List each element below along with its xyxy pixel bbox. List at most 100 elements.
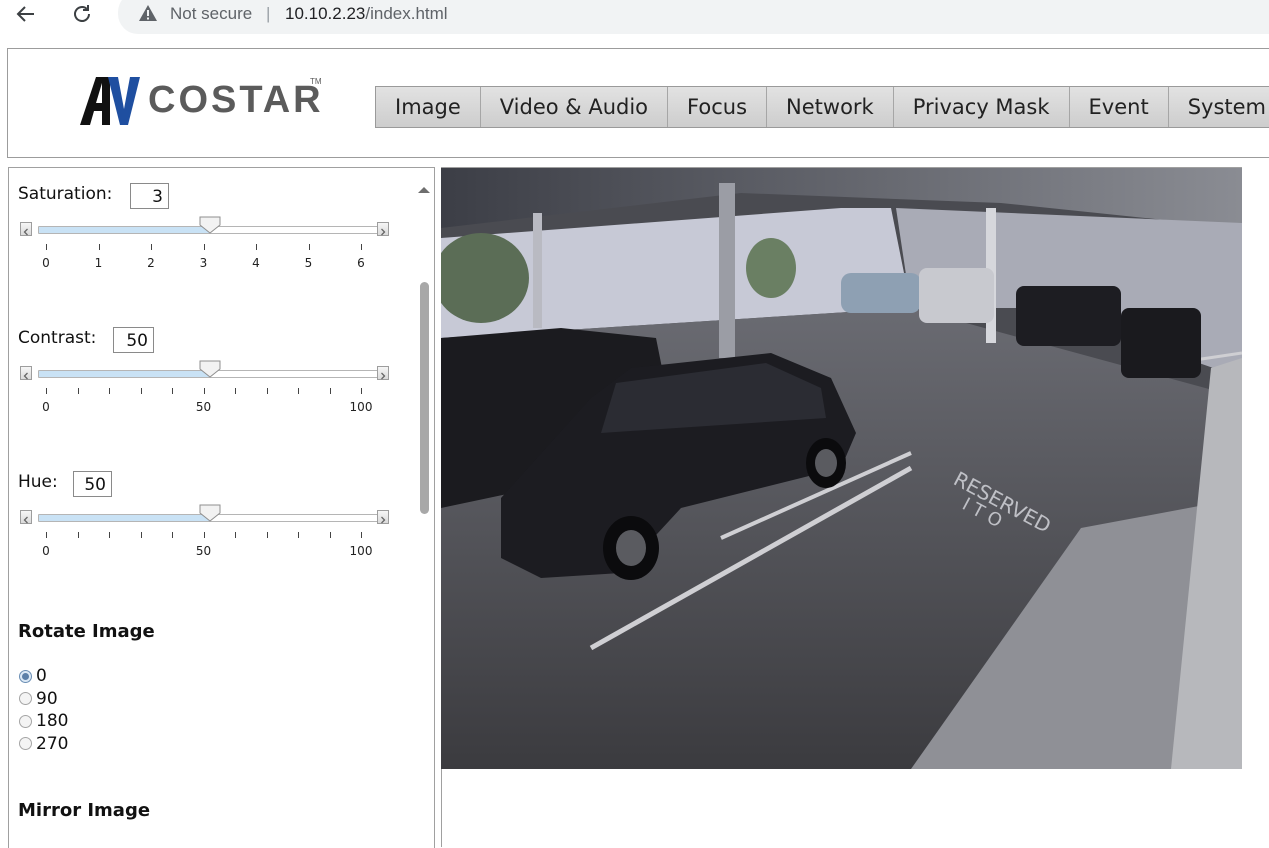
slider-tick xyxy=(235,388,236,394)
rotate-option-0[interactable]: 0 xyxy=(19,665,47,687)
radio-button[interactable] xyxy=(19,737,32,750)
rotate-image-title: Rotate Image xyxy=(18,621,155,642)
slider-left-arrow-icon[interactable] xyxy=(20,366,32,380)
slider-tick xyxy=(266,388,268,394)
url-separator: | xyxy=(266,4,271,23)
back-arrow-icon[interactable] xyxy=(12,0,40,28)
slider-tick-label: 100 xyxy=(349,400,373,414)
slider-tick xyxy=(172,532,173,538)
main-tabs: Image Video & Audio Focus Network Privacy Ma… xyxy=(375,86,1269,128)
tab-video-audio[interactable]: Video & Audio xyxy=(481,87,669,127)
slider-fill xyxy=(39,371,210,377)
slider-tick-label: 5 xyxy=(304,256,313,270)
slider-tick xyxy=(266,532,268,538)
slider-thumb[interactable] xyxy=(199,216,221,234)
image-settings-panel: Saturation: 3 0 1 2 3 4 5 6 Contrast: 50 0 50 10… xyxy=(8,167,435,848)
slider-tick xyxy=(140,532,142,538)
slider-tick xyxy=(203,388,205,394)
radio-button[interactable] xyxy=(19,669,32,683)
url-path: /index.html xyxy=(365,4,448,23)
radio-button[interactable] xyxy=(19,692,32,705)
saturation-value-input[interactable]: 3 xyxy=(130,183,169,209)
scroll-up-arrow-icon[interactable] xyxy=(417,180,431,199)
slider-right-arrow-icon[interactable] xyxy=(377,222,389,236)
hue-value-input[interactable]: 50 xyxy=(73,471,112,497)
slider-tick-label: 6 xyxy=(357,256,365,270)
slider-tick xyxy=(361,532,362,538)
slider-tick-label: 2 xyxy=(147,256,155,270)
hue-slider[interactable] xyxy=(20,504,389,524)
slider-tick xyxy=(77,532,79,538)
rotate-option-270[interactable]: 270 xyxy=(19,733,68,755)
slider-tick xyxy=(203,244,205,250)
hue-ticks: 0 50 100 xyxy=(20,532,389,558)
slider-tick xyxy=(329,532,331,538)
slider-tick xyxy=(98,244,100,250)
saturation-ticks: 0 1 2 3 4 5 6 xyxy=(20,244,389,270)
rotate-option-label: 90 xyxy=(36,688,58,709)
radio-button[interactable] xyxy=(19,714,32,728)
tab-network[interactable]: Network xyxy=(767,87,894,127)
slider-tick xyxy=(46,532,47,538)
logo-wordmark: COSTAR xyxy=(148,79,324,121)
contrast-ticks: 0 50 100 xyxy=(20,388,389,414)
slider-fill xyxy=(39,515,210,521)
slider-thumb[interactable] xyxy=(199,360,221,378)
slider-tick xyxy=(203,532,205,538)
slider-tick-label: 50 xyxy=(195,400,212,414)
logo-trademark: TM xyxy=(310,77,322,86)
tab-focus[interactable]: Focus xyxy=(668,87,768,127)
slider-tick-label: 0 xyxy=(42,400,50,414)
slider-left-arrow-icon[interactable] xyxy=(20,222,32,236)
slider-tick-label: 50 xyxy=(195,544,212,558)
tab-privacy-mask[interactable]: Privacy Mask xyxy=(894,87,1070,127)
slider-fill xyxy=(39,227,210,233)
contrast-label: Contrast: xyxy=(18,328,97,348)
parking-garage-image: RESERVED I T O xyxy=(441,168,1242,769)
slider-tick xyxy=(151,244,152,250)
address-bar[interactable]: Not secure | 10.10.2.23/index.html xyxy=(118,0,1269,34)
slider-tick xyxy=(46,244,47,250)
slider-right-arrow-icon[interactable] xyxy=(377,366,389,380)
tab-event[interactable]: Event xyxy=(1070,87,1169,127)
browser-toolbar: Not secure | 10.10.2.23/index.html xyxy=(0,0,1269,34)
rotate-option-180[interactable]: 180 xyxy=(19,710,68,732)
slider-tick-label: 0 xyxy=(42,544,50,558)
slider-left-arrow-icon[interactable] xyxy=(20,510,32,524)
slider-tick xyxy=(329,388,331,394)
slider-tick xyxy=(77,388,79,394)
rotate-option-90[interactable]: 90 xyxy=(19,688,58,710)
slider-tick xyxy=(46,388,47,394)
mirror-image-title: Mirror Image xyxy=(18,800,151,821)
saturation-slider[interactable] xyxy=(20,216,389,236)
security-label[interactable]: Not secure xyxy=(170,4,252,24)
url-text[interactable]: 10.10.2.23/index.html xyxy=(285,4,448,24)
camera-live-view[interactable]: RESERVED I T O xyxy=(441,167,1242,769)
reload-icon[interactable] xyxy=(68,0,96,28)
slider-right-arrow-icon[interactable] xyxy=(377,510,389,524)
slider-tick-label: 3 xyxy=(199,256,208,270)
slider-tick xyxy=(109,388,110,394)
slider-tick xyxy=(361,388,362,394)
av-logo-mark xyxy=(80,77,140,125)
url-host: 10.10.2.23 xyxy=(285,4,366,23)
slider-tick-label: 1 xyxy=(94,256,103,270)
slider-tick xyxy=(109,532,110,538)
scrollbar-thumb[interactable] xyxy=(420,282,429,514)
slider-tick xyxy=(235,532,236,538)
rotate-option-label: 270 xyxy=(36,733,69,754)
rotate-option-label: 180 xyxy=(36,711,69,731)
slider-tick xyxy=(361,244,362,250)
contrast-value-input[interactable]: 50 xyxy=(113,327,154,353)
slider-tick-label: 0 xyxy=(42,256,50,270)
slider-tick xyxy=(256,244,257,250)
tab-image[interactable]: Image xyxy=(376,87,481,127)
slider-tick xyxy=(298,388,299,394)
slider-tick-label: 4 xyxy=(252,256,260,270)
slider-tick xyxy=(308,244,310,250)
contrast-slider[interactable] xyxy=(20,360,389,380)
slider-tick xyxy=(172,388,173,394)
tab-system[interactable]: System xyxy=(1169,87,1269,127)
slider-thumb[interactable] xyxy=(199,504,221,522)
slider-tick xyxy=(298,532,299,538)
